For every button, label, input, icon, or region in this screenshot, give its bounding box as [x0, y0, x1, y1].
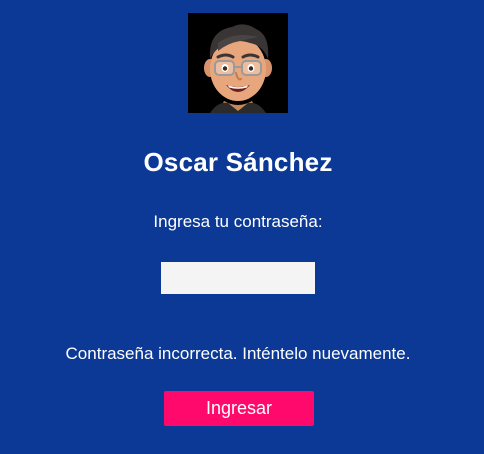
login-screen: Oscar Sánchez Ingresa tu contraseña: Con… — [0, 0, 484, 454]
submit-button[interactable]: Ingresar — [164, 391, 314, 426]
password-input[interactable] — [161, 262, 315, 294]
user-avatar — [188, 13, 288, 113]
memoji-avatar-icon — [204, 24, 272, 113]
error-message: Contraseña incorrecta. Inténtelo nuevame… — [65, 344, 411, 363]
password-prompt-label: Ingresa tu contraseña: — [153, 212, 323, 231]
user-name: Oscar Sánchez — [143, 147, 333, 177]
